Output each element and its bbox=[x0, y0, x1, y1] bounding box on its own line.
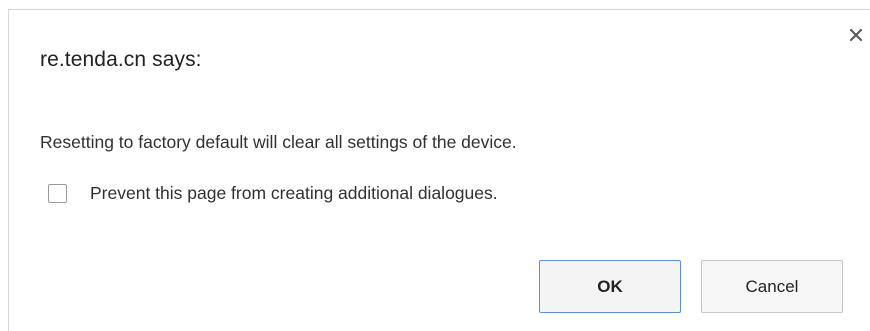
prevent-dialogues-checkbox[interactable] bbox=[48, 183, 67, 203]
alert-dialog: re.tenda.cn says: Resetting to factory d… bbox=[8, 9, 870, 331]
close-icon[interactable] bbox=[847, 26, 865, 44]
prevent-dialogues-option: Prevent this page from creating addition… bbox=[48, 180, 498, 206]
dialog-title: re.tenda.cn says: bbox=[40, 48, 202, 71]
dialog-message: Resetting to factory default will clear … bbox=[40, 132, 517, 152]
prevent-dialogues-label[interactable]: Prevent this page from creating addition… bbox=[90, 183, 498, 204]
cancel-button[interactable]: Cancel bbox=[701, 260, 843, 313]
ok-button[interactable]: OK bbox=[539, 260, 681, 313]
